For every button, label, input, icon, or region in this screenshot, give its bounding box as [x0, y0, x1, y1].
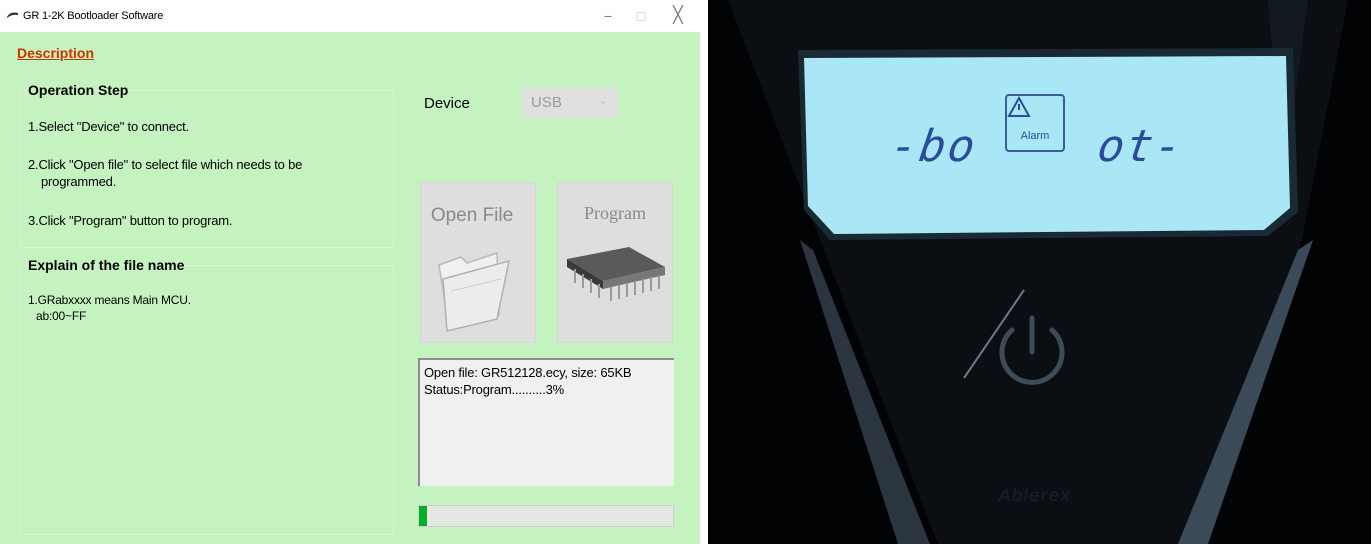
alarm-label: Alarm	[1020, 130, 1050, 142]
program-label: Program	[584, 203, 646, 223]
title-bar: GR 1-2K Bootloader Software − □ ╳	[0, 0, 700, 32]
minimize-button[interactable]: −	[593, 4, 623, 28]
explain-line-2: ab:00~FF	[36, 309, 87, 323]
window-title: GR 1-2K Bootloader Software	[23, 10, 164, 22]
explain-line-1: 1.GRabxxxx means Main MCU.	[28, 293, 191, 307]
device-label: Device	[424, 95, 470, 112]
step-1: 1.Select "Device" to connect.	[28, 119, 189, 134]
device-selected-value: USB	[531, 94, 562, 111]
device-select[interactable]: USB ⌄	[522, 88, 618, 118]
progress-bar	[418, 505, 674, 527]
chip-icon	[567, 247, 665, 301]
lcd-text-right: ot-	[1094, 121, 1188, 172]
close-button[interactable]: ╳	[663, 4, 693, 28]
brand-logo: Ablerex	[999, 486, 1072, 506]
description-link[interactable]: Description	[17, 45, 94, 61]
lcd-text-left: -bo	[887, 121, 981, 172]
step-2-continued: programmed.	[41, 174, 117, 189]
step-2: 2.Click "Open file" to select file which…	[28, 157, 303, 172]
open-file-label: Open File	[430, 205, 514, 226]
bootloader-window: GR 1-2K Bootloader Software − □ ╳ Descri…	[0, 0, 700, 544]
status-log[interactable]: Open file: GR512128.ecy, size: 65KB Stat…	[418, 358, 674, 486]
device-photo: -bo Alarm ot- Ablerex	[708, 0, 1371, 544]
device-body-drawing	[708, 0, 1371, 544]
folder-icon	[438, 251, 510, 332]
step-3: 3.Click "Program" button to program.	[28, 213, 233, 228]
log-line-2: Status:Program..........3%	[424, 382, 565, 397]
alarm-indicator: Alarm	[1005, 94, 1065, 152]
operation-step-title: Operation Step	[28, 82, 129, 98]
maximize-button[interactable]: □	[626, 4, 656, 28]
chevron-down-icon: ⌄	[598, 95, 608, 107]
alarm-triangle-icon	[1007, 96, 1031, 117]
app-icon	[7, 12, 18, 18]
log-line-1: Open file: GR512128.ecy, size: 65KB	[424, 365, 632, 380]
progress-fill	[419, 506, 427, 526]
open-file-button[interactable]: Open File	[420, 182, 536, 343]
program-button[interactable]: Program	[557, 182, 673, 343]
explain-title: Explain of the file name	[28, 257, 185, 273]
